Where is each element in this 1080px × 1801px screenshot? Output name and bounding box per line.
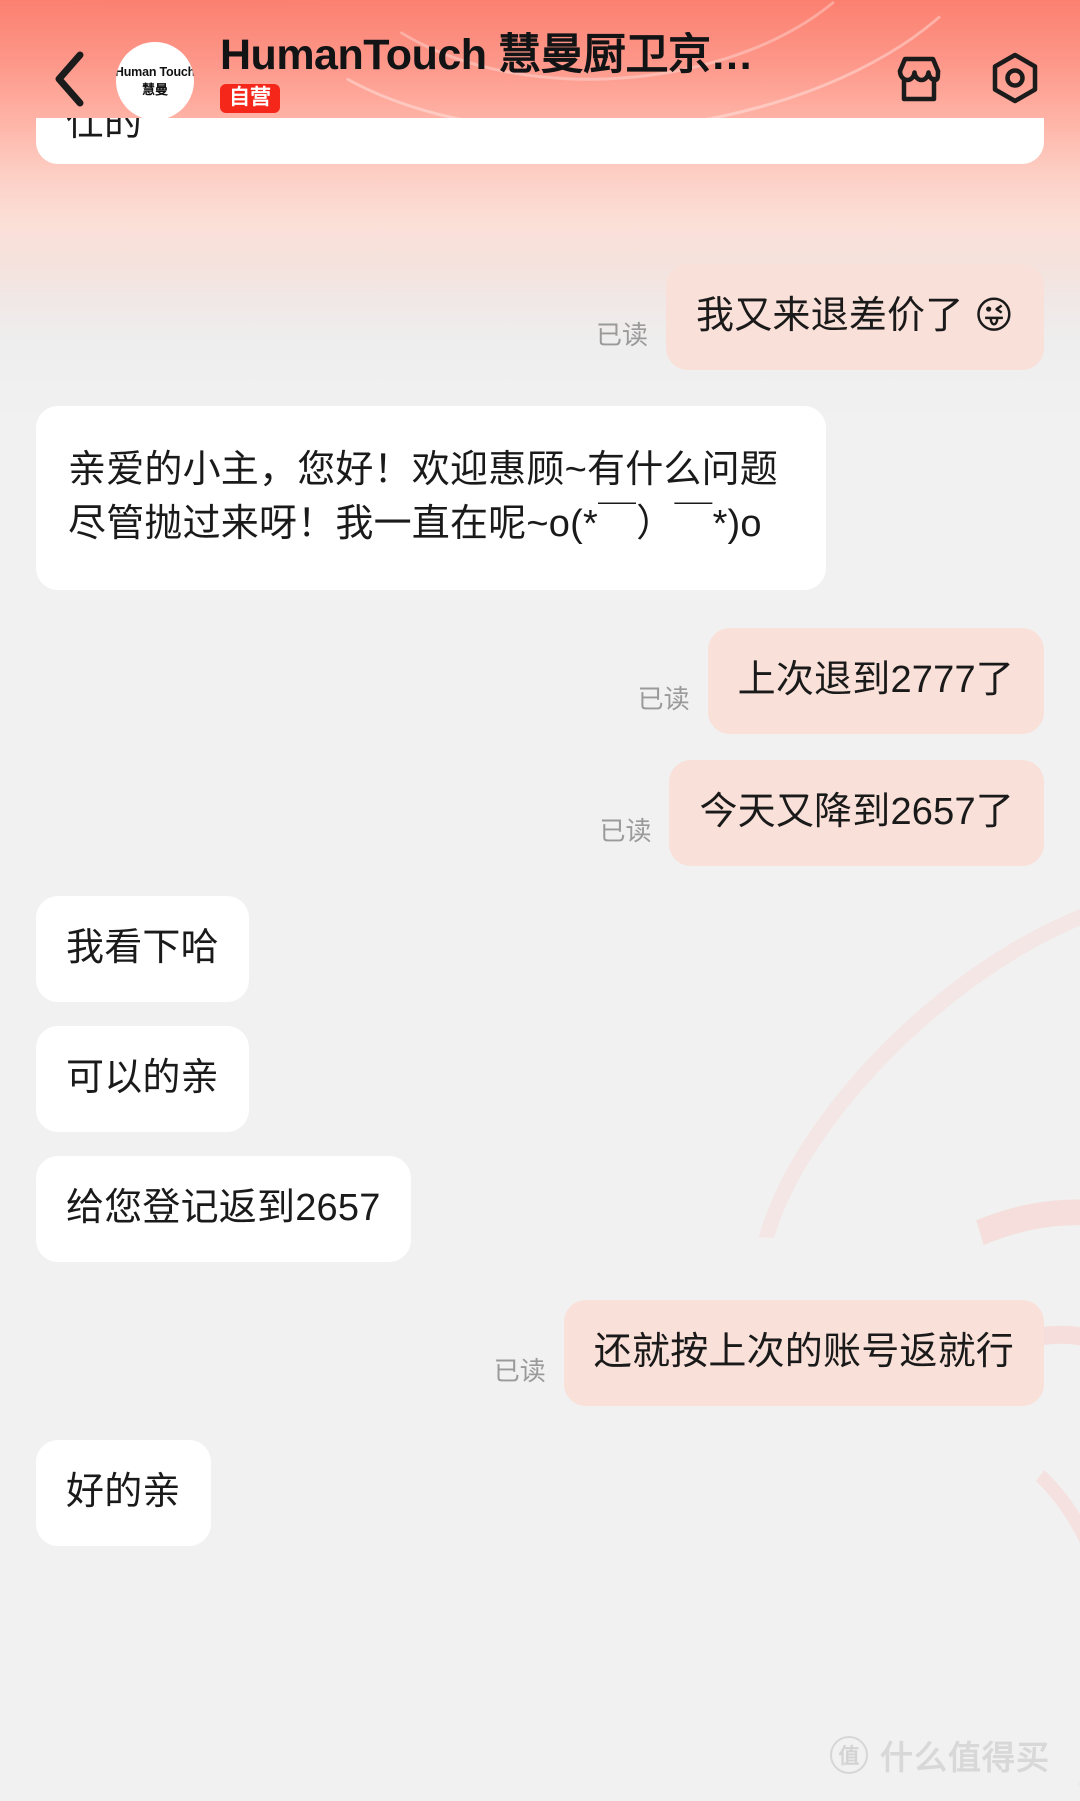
avatar-brand-cn: 慧曼 bbox=[141, 81, 168, 97]
shop-button[interactable] bbox=[890, 52, 948, 110]
storefront-icon bbox=[891, 53, 947, 110]
header-actions bbox=[890, 52, 1044, 110]
chevron-left-icon bbox=[52, 50, 86, 108]
settings-button[interactable] bbox=[986, 52, 1044, 110]
message-row: 可以的亲 bbox=[36, 1025, 1044, 1132]
message-bubble[interactable]: 我看下哈 bbox=[36, 895, 249, 1002]
message-row: 好的亲 bbox=[36, 1439, 1044, 1546]
message-bubble[interactable]: 今天又降到2657了 bbox=[669, 759, 1044, 866]
read-status: 已读 bbox=[599, 815, 652, 846]
message-row: 亲爱的小主，您好！欢迎惠顾~有什么问题尽管抛过来呀！我一直在呢~o(*￣）￣*)… bbox=[36, 405, 1044, 590]
message-bubble[interactable]: 好的亲 bbox=[36, 1439, 211, 1546]
read-status: 已读 bbox=[596, 319, 649, 350]
shop-avatar[interactable]: Human Touch 慧曼 bbox=[116, 42, 194, 120]
message-row: 已读 上次退到2777了 bbox=[36, 627, 1044, 734]
message-row: 已读 还就按上次的账号返就行 bbox=[36, 1299, 1044, 1406]
message-bubble[interactable]: 可以的亲 bbox=[36, 1025, 249, 1132]
message-row: 已读 我又来退差价了 😜 bbox=[36, 264, 1044, 370]
message-row: 给您登记返到2657 bbox=[36, 1155, 1044, 1262]
page-title: HumanTouch 慧曼厨卫京… bbox=[220, 32, 753, 79]
watermark: 值 什么值得买 bbox=[830, 1731, 1050, 1779]
app-header: Human Touch 慧曼 HumanTouch 慧曼厨卫京… 自营 bbox=[0, 0, 1080, 150]
read-status: 已读 bbox=[637, 683, 690, 714]
title-block: HumanTouch 慧曼厨卫京… 自营 bbox=[220, 32, 830, 114]
message-row: 我看下哈 bbox=[36, 895, 1044, 1002]
self-operated-badge: 自营 bbox=[220, 84, 280, 114]
hexagon-settings-icon bbox=[987, 51, 1043, 112]
message-list[interactable]: 仕的 已读 我又来退差价了 😜 亲爱的小主，您好！欢迎惠顾~有什么问题尽管抛过来… bbox=[0, 118, 1080, 1801]
back-button[interactable] bbox=[38, 48, 100, 110]
message-bubble[interactable]: 亲爱的小主，您好！欢迎惠顾~有什么问题尽管抛过来呀！我一直在呢~o(*￣）￣*)… bbox=[36, 405, 826, 590]
message-bubble[interactable]: 还就按上次的账号返就行 bbox=[563, 1299, 1044, 1406]
chat-page: Human Touch 慧曼 HumanTouch 慧曼厨卫京… 自营 仕的 已… bbox=[0, 0, 1080, 1801]
avatar-brand-en: Human Touch bbox=[116, 65, 194, 80]
message-bubble[interactable]: 我又来退差价了 😜 bbox=[666, 264, 1044, 370]
watermark-logo-icon: 值 bbox=[830, 1736, 868, 1774]
message-bubble[interactable]: 上次退到2777了 bbox=[707, 627, 1044, 734]
read-status: 已读 bbox=[493, 1355, 546, 1386]
message-row: 已读 今天又降到2657了 bbox=[36, 759, 1044, 866]
watermark-text: 什么值得买 bbox=[880, 1739, 1050, 1776]
message-bubble[interactable]: 给您登记返到2657 bbox=[36, 1155, 411, 1262]
